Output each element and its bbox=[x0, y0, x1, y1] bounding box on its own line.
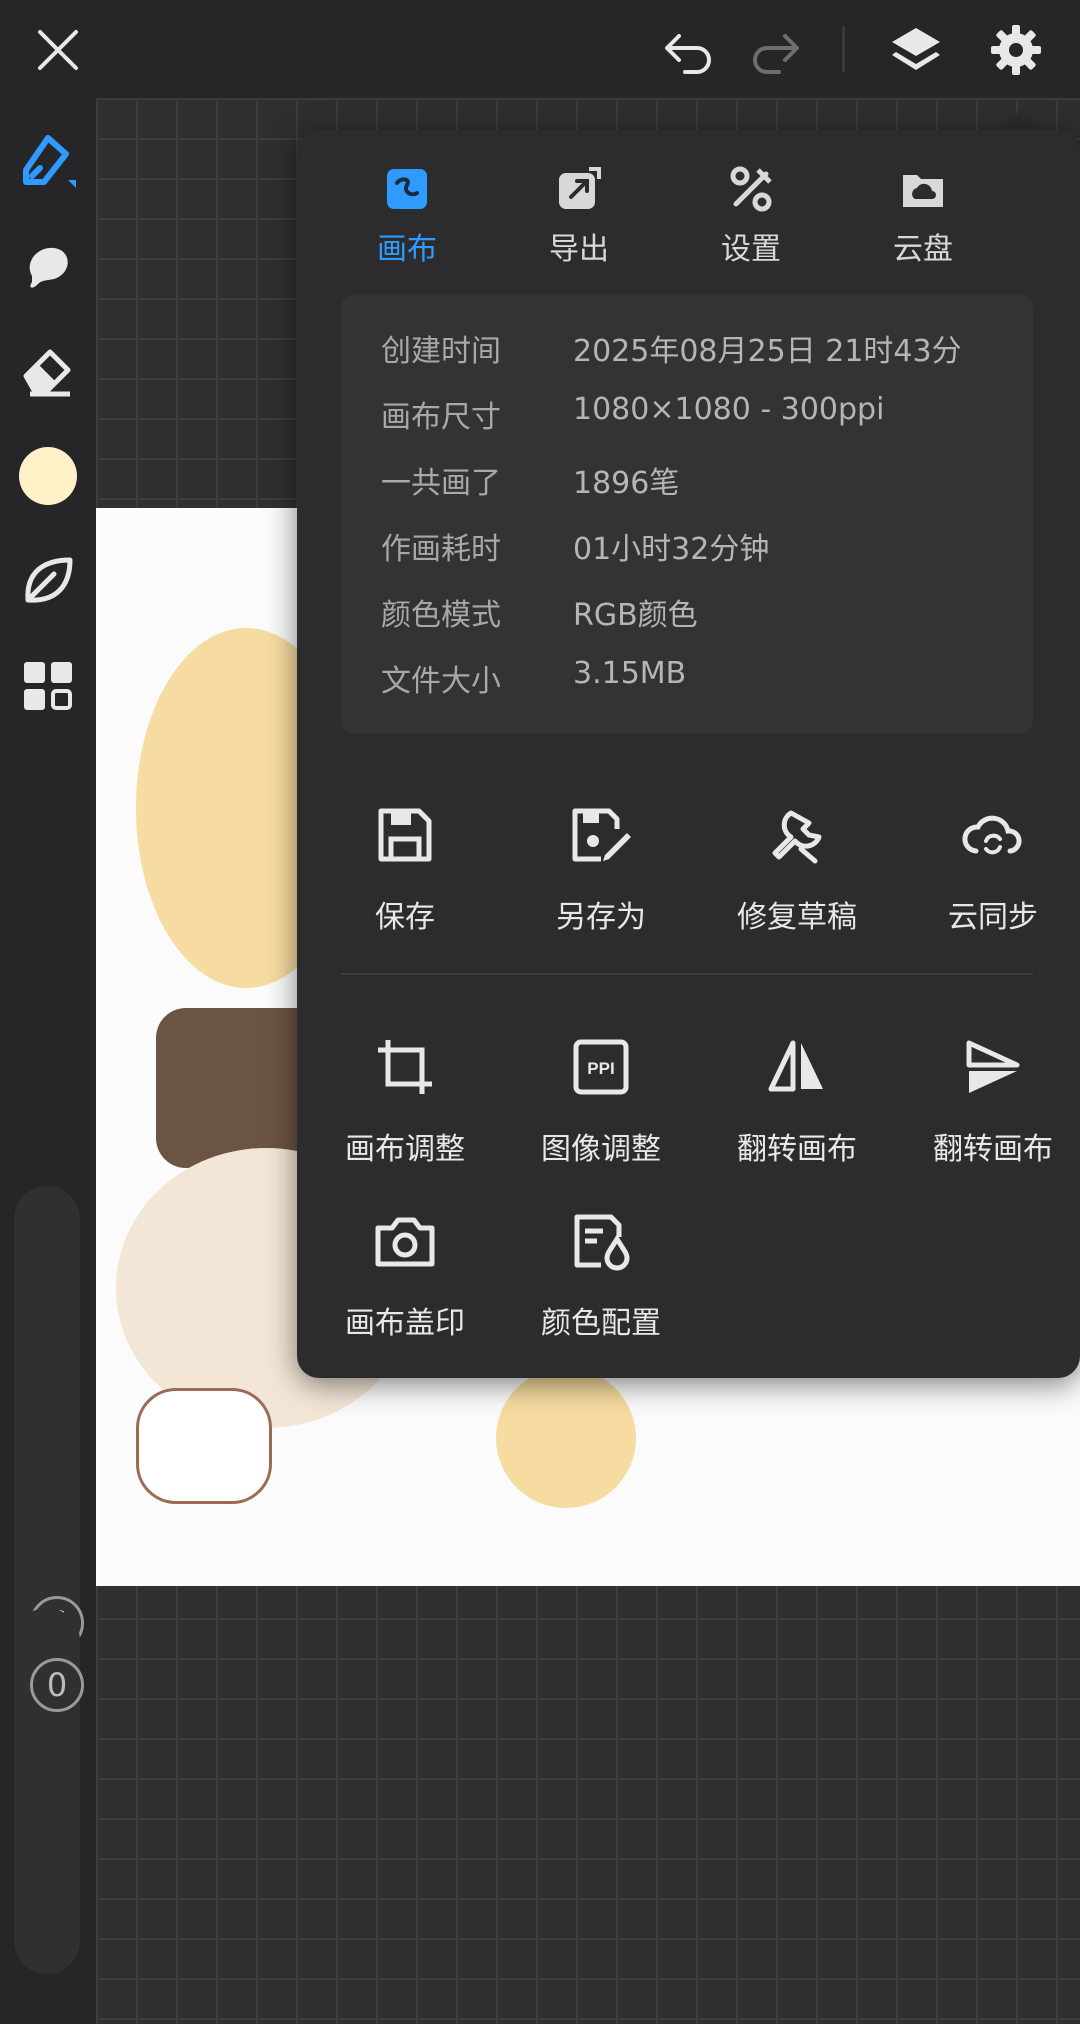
current-color-circle bbox=[19, 447, 77, 505]
tab-label: 导出 bbox=[549, 232, 609, 267]
info-value: 1896笔 bbox=[573, 466, 680, 501]
info-key: 创建时间 bbox=[381, 334, 501, 369]
tab-export[interactable]: 导出 bbox=[509, 160, 649, 270]
cloud-drive-icon bbox=[903, 175, 943, 207]
popup-caret bbox=[1000, 108, 1044, 130]
brush-tool-icon[interactable] bbox=[16, 128, 80, 192]
action-label: 保存 bbox=[375, 900, 435, 935]
close-icon[interactable] bbox=[26, 18, 90, 82]
brush-opacity-slider[interactable]: 0 bbox=[14, 1608, 84, 1974]
save-as-icon bbox=[572, 808, 631, 862]
left-toolbar: S 0 bbox=[0, 98, 96, 2024]
color-profile-button[interactable]: 颜色配置 bbox=[503, 1196, 699, 1346]
gear-icon[interactable] bbox=[984, 18, 1048, 82]
canvas-adjust-button[interactable]: 画布调整 bbox=[307, 1022, 503, 1172]
tools-icon bbox=[730, 166, 772, 212]
save-button[interactable]: 保存 bbox=[307, 790, 503, 940]
action-label: 翻转画布 bbox=[737, 1132, 857, 1167]
action-label: 图像调整 bbox=[541, 1132, 661, 1167]
info-row: 一共画了 1896笔 bbox=[381, 458, 1021, 508]
save-as-button[interactable]: 另存为 bbox=[503, 790, 699, 940]
info-key: 画布尺寸 bbox=[381, 400, 501, 435]
brush-size-slider[interactable]: S bbox=[14, 1186, 84, 1668]
canvas-settings-popup: 画布 导出 设置 云盘 创建时间 2025年08月25日 21时43分 画布尺寸 1… bbox=[297, 130, 1080, 1378]
flip-canvas-vertical-button[interactable]: 翻转画布 bbox=[895, 1022, 1080, 1172]
eraser-tool-icon[interactable] bbox=[16, 338, 80, 402]
grid-tool-icon[interactable] bbox=[16, 654, 80, 718]
color-swatch[interactable] bbox=[16, 444, 80, 508]
smudge-tool-icon[interactable] bbox=[16, 234, 80, 298]
info-value: 2025年08月25日 21时43分 bbox=[573, 334, 962, 369]
image-adjust-button[interactable]: PPI 图像调整 bbox=[503, 1022, 699, 1172]
action-label: 云同步 bbox=[948, 900, 1038, 935]
info-row: 画布尺寸 1080×1080 - 300ppi bbox=[381, 392, 1021, 442]
flip-vertical-icon bbox=[966, 1040, 1020, 1093]
leaf-tool-icon[interactable] bbox=[16, 548, 80, 612]
canvas-info-panel: 创建时间 2025年08月25日 21时43分 画布尺寸 1080×1080 - 3… bbox=[341, 294, 1033, 734]
action-label: 画布盖印 bbox=[345, 1306, 465, 1341]
tab-label: 云盘 bbox=[893, 232, 953, 267]
action-label: 另存为 bbox=[556, 900, 646, 935]
info-value: 3.15MB bbox=[573, 656, 687, 691]
cloud-sync-button[interactable]: 云同步 bbox=[895, 790, 1080, 940]
flip-canvas-horizontal-button[interactable]: 翻转画布 bbox=[699, 1022, 895, 1172]
info-key: 一共画了 bbox=[381, 466, 501, 501]
tab-cloud-drive[interactable]: 云盘 bbox=[853, 160, 993, 270]
tab-label: 设置 bbox=[721, 232, 781, 267]
tab-canvas[interactable]: 画布 bbox=[337, 160, 477, 270]
info-key: 颜色模式 bbox=[381, 598, 501, 633]
save-icon bbox=[378, 808, 432, 862]
wrench-icon bbox=[772, 810, 822, 864]
ppi-icon: PPI bbox=[573, 1039, 629, 1095]
flip-horizontal-icon bbox=[768, 1040, 823, 1092]
repair-draft-button[interactable]: 修复草稿 bbox=[699, 790, 895, 940]
cloud-sync-icon bbox=[962, 815, 1022, 855]
info-value: 1080×1080 - 300ppi bbox=[573, 392, 885, 427]
action-label: 画布调整 bbox=[345, 1132, 465, 1167]
crop-icon bbox=[378, 1040, 432, 1094]
tab-label: 画布 bbox=[377, 232, 437, 267]
redo-icon[interactable] bbox=[744, 18, 808, 82]
action-label: 翻转画布 bbox=[933, 1132, 1053, 1167]
svg-text:PPI: PPI bbox=[587, 1059, 614, 1078]
artwork-bread-character bbox=[136, 1388, 272, 1504]
camera-icon bbox=[375, 1217, 435, 1267]
tab-settings[interactable]: 设置 bbox=[681, 160, 821, 270]
info-row: 作画耗时 01小时32分钟 bbox=[381, 524, 1021, 574]
info-row: 文件大小 3.15MB bbox=[381, 656, 1021, 706]
info-key: 文件大小 bbox=[381, 664, 501, 699]
action-label: 修复草稿 bbox=[737, 900, 857, 935]
export-icon bbox=[559, 167, 601, 209]
top-bar bbox=[0, 0, 1080, 98]
actions-divider bbox=[341, 973, 1033, 975]
brush-opacity-value: 0 bbox=[30, 1658, 84, 1712]
undo-icon[interactable] bbox=[656, 18, 720, 82]
layers-icon[interactable] bbox=[884, 18, 948, 82]
info-row: 颜色模式 RGB颜色 bbox=[381, 590, 1021, 640]
info-value: 01小时32分钟 bbox=[573, 532, 770, 567]
info-key: 作画耗时 bbox=[381, 532, 501, 567]
info-row: 创建时间 2025年08月25日 21时43分 bbox=[381, 326, 1021, 376]
action-label: 颜色配置 bbox=[541, 1306, 661, 1341]
color-profile-icon bbox=[574, 1214, 630, 1271]
artwork-hair-right bbox=[496, 1368, 636, 1508]
canvas-icon bbox=[387, 169, 427, 209]
canvas-stamp-button[interactable]: 画布盖印 bbox=[307, 1196, 503, 1346]
info-value: RGB颜色 bbox=[573, 598, 698, 633]
toolbar-separator bbox=[842, 26, 845, 72]
